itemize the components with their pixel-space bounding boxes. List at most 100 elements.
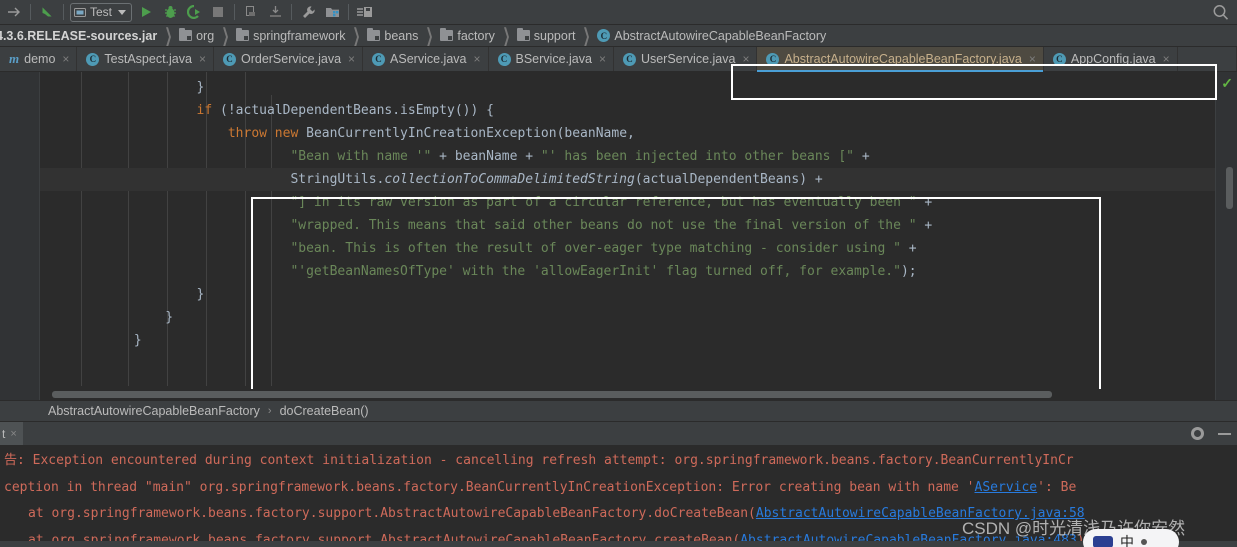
- tab-label: BService.java: [515, 52, 592, 66]
- tab-close-icon[interactable]: ×: [199, 53, 206, 65]
- tab-close-icon[interactable]: ×: [1029, 53, 1036, 65]
- console-line: ception in thread "main" org.springframe…: [0, 475, 1237, 502]
- breadcrumb-label: support: [533, 28, 576, 43]
- tab-label: demo: [24, 52, 56, 66]
- console-text: ': Be: [1037, 479, 1077, 495]
- console-line: 告: Exception encountered during context …: [0, 448, 1237, 475]
- run-button[interactable]: [134, 1, 158, 23]
- editor-inspection-strip[interactable]: ✓: [1215, 72, 1237, 400]
- console-tab-close-icon[interactable]: ×: [10, 428, 16, 440]
- console-tab[interactable]: t ×: [0, 422, 23, 445]
- search-everywhere-button[interactable]: [1212, 4, 1229, 26]
- breadcrumb-chevron-icon: ❯: [583, 25, 591, 46]
- ime-language-label: 中: [1120, 534, 1134, 547]
- breadcrumb-label: beans: [384, 28, 419, 43]
- horizontal-scrollbar[interactable]: [40, 389, 1215, 400]
- tab-label: AService.java: [390, 52, 467, 66]
- rerun-button[interactable]: [263, 1, 287, 23]
- console-text: ception in thread "main" org.springframe…: [4, 479, 975, 495]
- console-tool-buttons: [1191, 427, 1231, 440]
- tab-close-icon[interactable]: ×: [62, 53, 69, 65]
- breadcrumb-item-jar[interactable]: 4.3.6.RELEASE-sources.jar: [0, 29, 157, 43]
- tab-close-icon[interactable]: ×: [1163, 53, 1170, 65]
- class-icon: C: [497, 52, 511, 66]
- code-line: throw new BeanCurrentlyInCreationExcepti…: [227, 126, 635, 141]
- tab-userservice-java[interactable]: C UserService.java ×: [614, 47, 758, 71]
- update-icon: [245, 6, 255, 16]
- console-text: 告: Exception encountered during context …: [4, 453, 1074, 468]
- sync-save-icon: [357, 7, 373, 17]
- code-line: "] in its raw version as part of a circu…: [290, 195, 933, 210]
- toolbar-separator-2: [63, 4, 64, 20]
- tab-appconfig-java[interactable]: C AppConfig.java ×: [1044, 47, 1178, 71]
- console-stacktrace-link[interactable]: AbstractAutowireCapableBeanFactory.java:…: [740, 533, 1077, 542]
- editor-gutter[interactable]: [0, 72, 40, 400]
- ime-indicator[interactable]: 中: [1083, 529, 1179, 547]
- class-icon: C: [1052, 52, 1066, 66]
- breadcrumb-method-name[interactable]: doCreateBean(): [280, 404, 369, 418]
- code-line: }: [40, 80, 205, 95]
- minimize-icon[interactable]: [1218, 432, 1231, 435]
- back-navigate-button[interactable]: [35, 1, 59, 23]
- folder-icon: [367, 28, 381, 41]
- ide-window: Test 4.3.6.RELEASE-sources.jar ❯ org ❯ s…: [0, 0, 1237, 547]
- search-magnifier-icon: [1213, 5, 1229, 20]
- console-output[interactable]: 告: Exception encountered during context …: [0, 446, 1237, 541]
- code-line: }: [40, 287, 205, 302]
- breadcrumb-label: AbstractAutowireCapableBeanFactory: [614, 28, 827, 43]
- breadcrumb-chevron-icon: ❯: [426, 25, 434, 46]
- class-library-icon: C: [766, 52, 780, 66]
- main-toolbar: Test: [0, 0, 1237, 25]
- code-editor[interactable]: } if (!actualDependentBeans.isEmpty()) {…: [0, 72, 1237, 400]
- debug-button[interactable]: [158, 1, 182, 23]
- project-structure-button[interactable]: [320, 1, 344, 23]
- console-stacktrace-link[interactable]: AbstractAutowireCapableBeanFactory.java:…: [756, 506, 1085, 521]
- tab-close-icon[interactable]: ×: [348, 53, 355, 65]
- run-configuration-selector[interactable]: Test: [70, 2, 133, 22]
- breadcrumb-item-support[interactable]: support: [516, 28, 576, 43]
- breadcrumb-class-name[interactable]: AbstractAutowireCapableBeanFactory: [48, 404, 260, 418]
- console-text: at org.springframework.beans.factory.sup…: [28, 532, 741, 542]
- console-stacktrace-link[interactable]: AService: [975, 480, 1038, 495]
- breadcrumb-label: factory: [457, 28, 495, 43]
- forward-navigate-button[interactable]: [2, 1, 26, 23]
- tab-label: TestAspect.java: [104, 52, 192, 66]
- breadcrumb-chevron-icon: ❯: [353, 25, 361, 46]
- vertical-scrollbar-thumb[interactable]: [1226, 167, 1233, 209]
- tab-aservice-java[interactable]: C AService.java ×: [363, 47, 489, 71]
- tab-orderservice-java[interactable]: C OrderService.java ×: [214, 47, 364, 71]
- code-line: "Bean with name '" + beanName + "' has b…: [290, 149, 870, 164]
- class-icon: C: [622, 52, 636, 66]
- class-icon: C: [372, 52, 386, 66]
- update-app-button[interactable]: [239, 1, 263, 23]
- breadcrumb-item-org[interactable]: org: [179, 28, 214, 43]
- tab-label: AbstractAutowireCapableBeanFactory.java: [784, 52, 1022, 66]
- tab-abstractautowirecapablebeanfactory-java[interactable]: C AbstractAutowireCapableBeanFactory.jav…: [757, 47, 1044, 72]
- gear-icon[interactable]: [1191, 427, 1204, 440]
- breadcrumb-item-class[interactable]: C AbstractAutowireCapableBeanFactory: [597, 29, 826, 43]
- editor-code-content[interactable]: } if (!actualDependentBeans.isEmpty()) {…: [40, 72, 1215, 400]
- play-icon: [142, 7, 152, 17]
- tab-close-icon[interactable]: ×: [742, 53, 749, 65]
- sync-button[interactable]: [353, 1, 377, 23]
- horizontal-scrollbar-thumb[interactable]: [52, 391, 1052, 398]
- run-coverage-button[interactable]: [182, 1, 206, 23]
- settings-button[interactable]: [296, 1, 320, 23]
- breadcrumb-item-springframework[interactable]: springframework: [236, 28, 345, 43]
- maven-icon: m: [9, 51, 20, 66]
- toolbar-separator-4: [291, 4, 293, 20]
- tab-label: AppConfig.java: [1070, 52, 1156, 66]
- arrow-right-icon: [8, 7, 20, 17]
- tab-close-icon[interactable]: ×: [599, 53, 606, 65]
- tab-label: UserService.java: [640, 52, 736, 66]
- tab-bservice-java[interactable]: C BService.java ×: [489, 47, 614, 71]
- toolbar-separator-5: [348, 4, 350, 20]
- breadcrumb-item-beans[interactable]: beans: [367, 28, 419, 43]
- tab-testaspect-java[interactable]: C TestAspect.java ×: [77, 47, 214, 71]
- stop-button[interactable]: [206, 1, 230, 23]
- tab-close-icon[interactable]: ×: [473, 53, 480, 65]
- tab-demo[interactable]: m demo ×: [0, 47, 78, 71]
- tab-bar-filler: [1178, 47, 1237, 71]
- stop-square-icon: [213, 7, 224, 17]
- breadcrumb-item-factory[interactable]: factory: [440, 28, 495, 43]
